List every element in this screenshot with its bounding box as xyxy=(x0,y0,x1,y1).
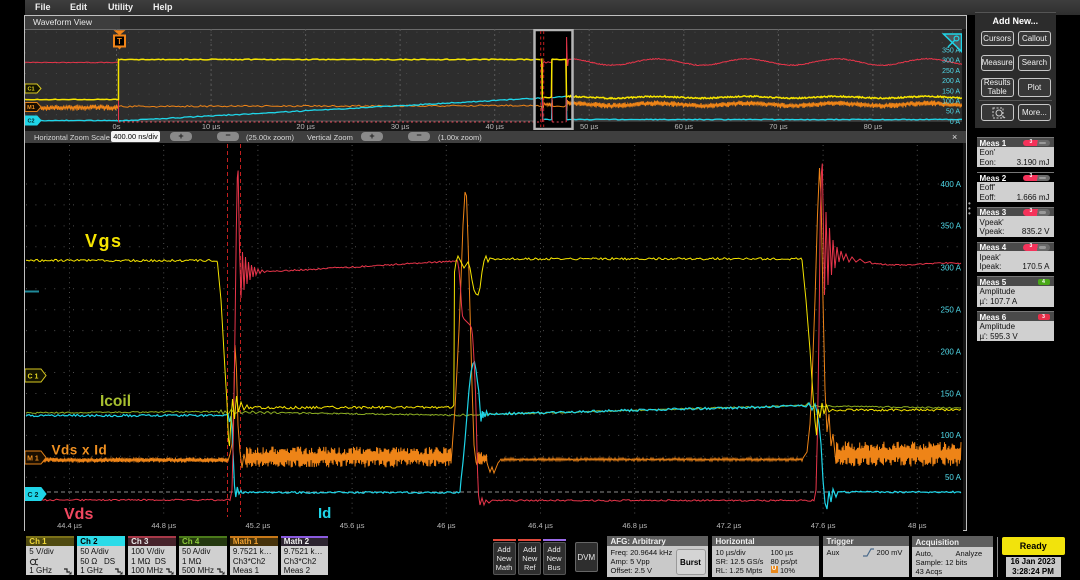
svg-text:M1: M1 xyxy=(27,105,35,111)
svg-text:100 A: 100 A xyxy=(942,99,960,106)
svg-text:10 µs: 10 µs xyxy=(202,122,221,130)
svg-text:50 A: 50 A xyxy=(945,473,962,482)
svg-text:60 µs: 60 µs xyxy=(675,122,694,130)
svg-text:0 A: 0 A xyxy=(950,119,960,126)
svg-text:Id: Id xyxy=(318,505,331,522)
svg-text:70 µs: 70 µs xyxy=(769,122,788,130)
svg-text:300 A: 300 A xyxy=(942,58,960,65)
svg-text:50 A: 50 A xyxy=(946,109,960,116)
svg-text:44.4 µs: 44.4 µs xyxy=(57,521,82,530)
svg-text:100 A: 100 A xyxy=(941,431,962,440)
svg-text:400 A: 400 A xyxy=(941,180,962,189)
svg-text:46.8 µs: 46.8 µs xyxy=(622,521,647,530)
svg-text:200 A: 200 A xyxy=(942,78,960,85)
svg-text:Vgs: Vgs xyxy=(85,231,123,251)
svg-text:20 µs: 20 µs xyxy=(296,122,315,130)
svg-text:46 µs: 46 µs xyxy=(437,521,456,530)
svg-text:40 µs: 40 µs xyxy=(485,122,504,130)
svg-text:C 1: C 1 xyxy=(28,373,39,380)
svg-text:T: T xyxy=(117,37,122,46)
svg-text:300 A: 300 A xyxy=(941,264,962,273)
svg-text:44.8 µs: 44.8 µs xyxy=(151,521,176,530)
svg-text:Vds x Id: Vds x Id xyxy=(52,443,108,458)
svg-text:45.2 µs: 45.2 µs xyxy=(246,521,271,530)
svg-text:150 A: 150 A xyxy=(942,88,960,95)
svg-text:C2: C2 xyxy=(27,119,34,125)
svg-text:45.6 µs: 45.6 µs xyxy=(340,521,365,530)
svg-text:0s: 0s xyxy=(113,122,121,130)
svg-text:30 µs: 30 µs xyxy=(391,122,410,130)
svg-text:Icoil: Icoil xyxy=(100,393,131,410)
svg-text:80 µs: 80 µs xyxy=(864,122,883,130)
svg-text:46.4 µs: 46.4 µs xyxy=(528,521,553,530)
svg-text:M 1: M 1 xyxy=(27,455,39,462)
svg-text:50 µs: 50 µs xyxy=(580,122,599,130)
svg-text:47.6 µs: 47.6 µs xyxy=(811,521,836,530)
svg-text:47.2 µs: 47.2 µs xyxy=(717,521,742,530)
svg-text:C 2: C 2 xyxy=(28,492,39,499)
svg-text:C1: C1 xyxy=(27,87,34,93)
svg-text:200 A: 200 A xyxy=(941,347,962,356)
svg-text:250 A: 250 A xyxy=(941,306,962,315)
svg-text:350 A: 350 A xyxy=(941,222,962,231)
svg-text:48 µs: 48 µs xyxy=(908,521,927,530)
svg-text:150 A: 150 A xyxy=(941,389,962,398)
svg-text:250 A: 250 A xyxy=(942,68,960,75)
